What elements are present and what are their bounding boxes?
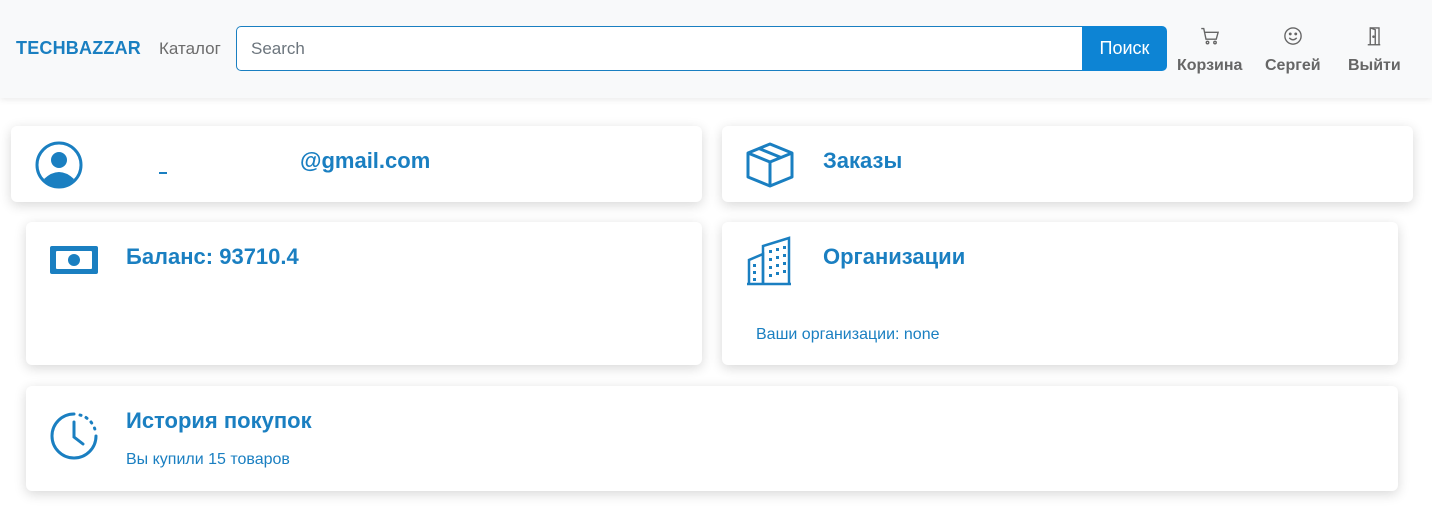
search-input[interactable]	[236, 26, 1082, 71]
balance-card[interactable]: Баланс: 93710.4	[26, 222, 702, 365]
box-icon	[745, 141, 795, 194]
balance-title: Баланс: 93710.4	[126, 244, 299, 269]
brand-logo[interactable]: TECHBAZZAR	[16, 38, 141, 59]
user-circle-icon	[35, 141, 83, 194]
history-subtitle: Вы купили 15 товаров	[126, 451, 290, 468]
logout-link[interactable]: Выйти	[1348, 26, 1401, 75]
user-link[interactable]: Сергей	[1265, 26, 1321, 75]
organizations-title: Организации	[823, 244, 966, 269]
smiley-icon	[1283, 26, 1303, 51]
navbar: TECHBAZZAR Каталог Поиск Корзина Сергей	[0, 0, 1432, 98]
user-label: Сергей	[1265, 57, 1321, 74]
organizations-subtitle: Ваши организации: none	[756, 326, 940, 343]
banknote-icon	[50, 244, 98, 281]
cart-icon	[1200, 26, 1220, 51]
history-card[interactable]: История покупок Вы купили 15 товаров	[26, 386, 1398, 491]
redacted-name-mark	[159, 172, 167, 174]
logout-label: Выйти	[1348, 57, 1401, 74]
organizations-card[interactable]: Организации Ваши организации: none	[722, 222, 1398, 365]
clock-history-icon	[49, 411, 99, 466]
history-title: История покупок	[126, 408, 312, 433]
catalog-link[interactable]: Каталог	[159, 39, 221, 59]
search-button[interactable]: Поиск	[1082, 26, 1167, 71]
search-form: Поиск	[236, 26, 1167, 71]
orders-title: Заказы	[823, 148, 903, 173]
profile-email: @gmail.com	[300, 148, 431, 173]
orders-card[interactable]: Заказы	[722, 126, 1413, 202]
buildings-icon	[745, 236, 793, 291]
cart-label: Корзина	[1177, 57, 1243, 74]
profile-card[interactable]: @gmail.com	[11, 126, 702, 202]
door-icon	[1364, 26, 1384, 51]
cart-link[interactable]: Корзина	[1177, 26, 1242, 75]
